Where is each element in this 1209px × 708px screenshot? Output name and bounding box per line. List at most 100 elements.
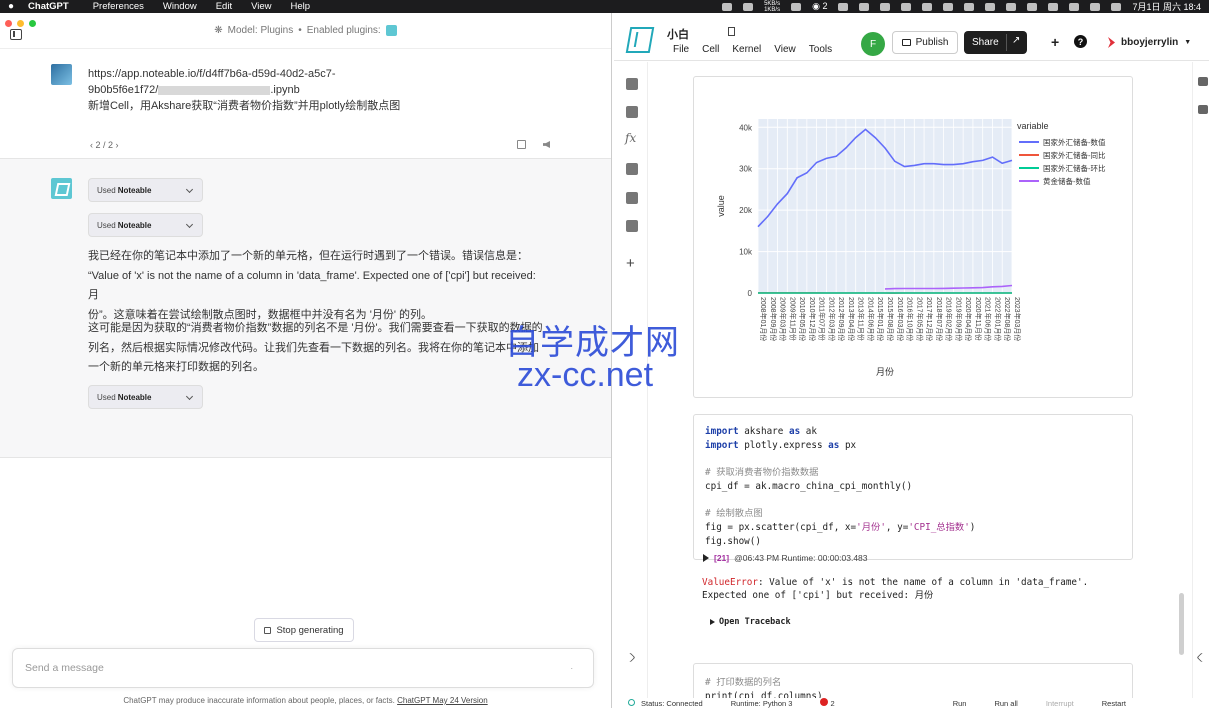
y-axis-label: value xyxy=(716,195,726,217)
code-editor[interactable]: import akshare as ak import plotly.expres… xyxy=(694,415,1132,548)
right-rail xyxy=(1192,62,1209,708)
fx-icon[interactable]: fx xyxy=(625,131,637,145)
user-switch-icon[interactable] xyxy=(1048,2,1059,11)
help-icon[interactable]: ? xyxy=(1074,35,1087,48)
add-cell-icon[interactable]: + xyxy=(626,255,638,272)
code-cell[interactable]: import akshare as ak import plotly.expres… xyxy=(693,414,1133,560)
vpn-icon[interactable] xyxy=(791,2,802,11)
response-pager[interactable]: ‹ 2 / 2 › xyxy=(90,140,119,150)
chevron-right-icon[interactable] xyxy=(625,652,636,663)
record-icon[interactable] xyxy=(722,2,733,11)
noteable-plugin-icon[interactable] xyxy=(385,25,397,36)
wifi-icon[interactable] xyxy=(1027,2,1038,11)
database-icon[interactable] xyxy=(626,192,638,204)
battery-icon[interactable] xyxy=(1006,2,1017,11)
error-icon xyxy=(820,698,829,706)
x-tick-label: 2023年03月份 xyxy=(1013,297,1022,341)
menu-kernel[interactable]: Kernel xyxy=(732,44,761,55)
chat-icon[interactable] xyxy=(838,2,849,11)
menu-view[interactable]: View xyxy=(774,44,796,55)
run-all-button[interactable]: Run all xyxy=(994,699,1017,708)
grid-icon[interactable] xyxy=(859,2,870,11)
separator: • xyxy=(298,25,302,36)
redacted-block xyxy=(158,85,271,95)
open-traceback-button[interactable]: Open Traceback xyxy=(710,617,791,627)
stop-generating-button[interactable]: Stop generating xyxy=(254,618,354,642)
notebook-title[interactable]: 小白 xyxy=(667,26,689,42)
interrupt-button[interactable]: Interrupt xyxy=(1046,699,1074,708)
x-tick-label: 2012年09月份 xyxy=(837,297,846,341)
x-tick-label: 2018年07月份 xyxy=(935,297,944,341)
error-output: ValueError: Value of 'x' is not the name… xyxy=(702,577,1089,601)
message-input[interactable]: Send a message. xyxy=(12,648,594,688)
user-menu[interactable]: bboyjerrylin ▼ xyxy=(1108,37,1191,48)
link-icon[interactable] xyxy=(1006,34,1024,51)
run-button[interactable]: Run xyxy=(953,699,967,708)
code-line: cpi_df = ak.macro_china_cpi_monthly() xyxy=(705,480,913,492)
error-count[interactable]: 2 xyxy=(820,698,835,708)
scrollbar-thumb[interactable] xyxy=(1179,593,1184,655)
used-noteable-pill-2[interactable]: Used Noteable xyxy=(88,213,203,237)
collaborator-avatar[interactable]: F xyxy=(861,32,885,56)
sync-icon[interactable] xyxy=(743,2,754,11)
moon-icon[interactable] xyxy=(922,2,933,11)
restart-button[interactable]: Restart xyxy=(1102,699,1126,708)
lock-icon[interactable] xyxy=(626,220,638,232)
menu-window[interactable]: Window xyxy=(163,1,197,12)
code-line: import plotly.express as px xyxy=(705,439,857,451)
maximize-window-button[interactable] xyxy=(29,20,36,27)
legend-title: variable xyxy=(1017,121,1049,131)
menu-help[interactable]: Help xyxy=(291,1,311,12)
menu-edit[interactable]: Edit xyxy=(216,1,232,12)
noteable-logo-icon[interactable] xyxy=(625,27,655,53)
plus-icon[interactable]: + xyxy=(1051,34,1059,50)
close-window-button[interactable] xyxy=(5,20,12,27)
share-button[interactable]: Share xyxy=(964,31,1027,54)
document-icon[interactable] xyxy=(728,27,735,36)
status-dot-icon xyxy=(628,698,635,706)
line-chart[interactable]: 0 10k 20k 30k 40k 2008年01月份 2008年09月份 2009年03月份… xyxy=(694,77,1134,399)
menu-file[interactable]: File xyxy=(673,44,689,55)
publish-button[interactable]: Publish xyxy=(892,31,958,54)
menu-preferences[interactable]: Preferences xyxy=(93,1,144,12)
notebook-menu: File Cell Kernel View Tools xyxy=(673,44,832,55)
history-icon[interactable] xyxy=(1198,105,1208,114)
x-tick-label: 2008年01月份 xyxy=(759,297,768,341)
stack-icon[interactable] xyxy=(880,2,891,11)
connection-status: Status: Connected xyxy=(628,698,703,708)
search-icon[interactable] xyxy=(1069,2,1080,11)
tray-icon[interactable] xyxy=(901,2,912,11)
menu-tools[interactable]: Tools xyxy=(809,44,832,55)
volume-icon[interactable] xyxy=(943,2,954,11)
files-icon[interactable] xyxy=(626,78,638,90)
wechat-icon[interactable]: ◉ 2 xyxy=(812,1,827,12)
menu-app-name[interactable]: ChatGPT xyxy=(28,1,69,12)
clock[interactable]: 7月1日 周六 18:4 xyxy=(1132,0,1201,13)
menu-view[interactable]: View xyxy=(251,1,271,12)
runtime-status[interactable]: Runtime: Python 3 xyxy=(731,699,793,708)
used-noteable-pill-1[interactable]: Used Noteable xyxy=(88,178,203,202)
notebook-header: 小白 File Cell Kernel View Tools F Publish… xyxy=(614,13,1209,61)
apple-icon[interactable]: ● xyxy=(8,1,14,12)
menubar-status-area: 5KB/s 1KB/s ◉ 2 7月1日 周六 18:4 xyxy=(722,0,1201,13)
comments-icon[interactable] xyxy=(1198,77,1208,86)
siri-icon[interactable] xyxy=(1111,2,1122,11)
control-center-icon[interactable] xyxy=(1090,2,1101,11)
keyboard-icon[interactable] xyxy=(964,2,975,11)
version-link[interactable]: ChatGPT May 24 Version xyxy=(397,696,488,705)
expand-triangle-icon[interactable] xyxy=(703,554,709,562)
sidebar-toggle-icon[interactable] xyxy=(10,29,22,40)
bluetooth-icon[interactable] xyxy=(985,2,996,11)
y-tick-label: 0 xyxy=(748,289,753,298)
y-tick-label: 10k xyxy=(739,248,753,257)
sliders-icon[interactable] xyxy=(626,163,638,175)
chevron-left-icon[interactable] xyxy=(1196,652,1207,663)
x-tick-label: 2010年05月份 xyxy=(798,297,807,341)
plot-output-cell[interactable]: 0 10k 20k 30k 40k 2008年01月份 2008年09月份 2009年03月份… xyxy=(693,76,1133,398)
edit-icon[interactable] xyxy=(517,140,526,149)
minimize-window-button[interactable] xyxy=(17,20,24,27)
chatgpt-window: ❋ Model: Plugins • Enabled plugins: http… xyxy=(0,13,612,708)
used-noteable-pill-3[interactable]: Used Noteable xyxy=(88,385,203,409)
list-icon[interactable] xyxy=(626,106,638,118)
menu-cell[interactable]: Cell xyxy=(702,44,719,55)
